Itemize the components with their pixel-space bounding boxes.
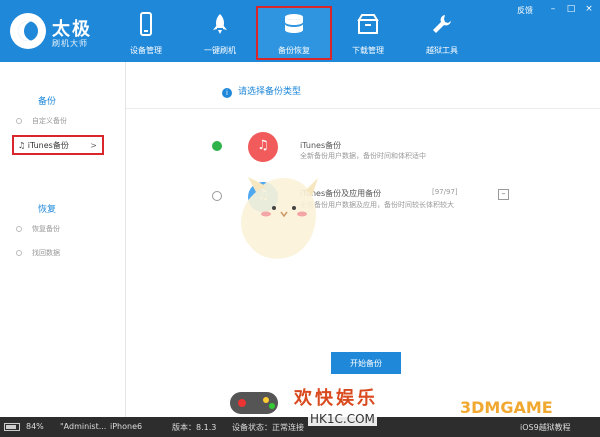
app-header: 太极 刷机大师 设备管理 一键刷机 备份恢复 下载管理 越狱工具 反馈 – □ …	[0, 0, 600, 62]
rocket-icon	[213, 14, 227, 34]
download-box-icon	[357, 14, 379, 34]
phone-icon	[140, 12, 152, 36]
checkbox-icon	[16, 118, 22, 124]
radio-itunes-backup[interactable]	[212, 141, 222, 151]
mascot-watermark	[240, 177, 318, 259]
radio-icon	[16, 226, 22, 232]
nav-jailbreak-tools[interactable]: 越狱工具	[406, 8, 478, 58]
info-text: 请选择备份类型	[238, 87, 302, 97]
start-backup-button[interactable]: 开始备份	[331, 352, 401, 374]
battery-level: 84%	[26, 422, 44, 431]
sidebar-item-itunes-backup[interactable]: ♫ iTunes备份 >	[12, 135, 104, 155]
logo-subtitle: 刷机大师	[52, 39, 88, 48]
wrench-icon	[433, 15, 451, 33]
app-count: [97/97]	[432, 188, 458, 196]
nav-label: 下载管理	[352, 46, 384, 55]
battery-icon	[4, 423, 20, 431]
music-note-icon: ♫	[18, 141, 28, 150]
maximize-icon[interactable]: □	[565, 4, 577, 14]
device-owner: "Administ...	[60, 422, 107, 431]
main-panel: i请选择备份类型 ♫ iTunes备份 全新备份用户数据，备份时间和体积适中 ♫…	[126, 62, 600, 417]
sidebar-item-label: 恢复备份	[32, 225, 60, 233]
sidebar-section-backup: 备份	[38, 97, 57, 107]
taiji-logo-icon	[10, 13, 46, 49]
divider	[126, 108, 600, 109]
nav-one-click-flash[interactable]: 一键刷机	[184, 8, 256, 58]
watermark-title: 欢快娱乐	[294, 388, 378, 409]
radio-itunes-app-backup[interactable]	[212, 191, 222, 201]
close-icon[interactable]: ×	[583, 4, 595, 14]
sidebar-section-restore: 恢复	[38, 205, 57, 215]
chevron-right-icon: >	[90, 141, 97, 150]
nav-download-manage[interactable]: 下载管理	[332, 8, 404, 58]
watermark-brand: 3DMGAME	[460, 398, 553, 417]
nav-label: 备份恢复	[278, 46, 310, 55]
itunes-music-icon: ♫	[248, 132, 278, 162]
firmware-version: 版本：8.1.3	[172, 423, 217, 432]
sidebar-item-restore-backup[interactable]: 恢复备份	[16, 222, 60, 236]
sidebar-item-label: 找回数据	[32, 249, 60, 257]
collapse-button[interactable]: –	[498, 189, 509, 200]
option-description: 全新备份用户数据，备份时间和体积适中	[300, 152, 426, 160]
sidebar-item-custom-backup[interactable]: 自定义备份	[16, 114, 67, 128]
gamepad-watermark-icon	[230, 392, 278, 414]
nav-label: 越狱工具	[426, 46, 458, 55]
sidebar-item-label: iTunes备份	[27, 141, 69, 150]
sidebar: 备份 自定义备份 ♫ iTunes备份 > 恢复 恢复备份 找回数据	[0, 62, 126, 417]
backup-type-prompt: i 请选择备份类型	[222, 84, 301, 98]
nav-backup-restore[interactable]: 备份恢复	[256, 6, 332, 60]
info-icon: i	[222, 88, 232, 98]
radio-icon	[16, 250, 22, 256]
sidebar-item-recover-data[interactable]: 找回数据	[16, 246, 60, 260]
device-model: iPhone6	[110, 422, 143, 431]
nav-device-manage[interactable]: 设备管理	[110, 8, 182, 58]
nav-label: 设备管理	[130, 46, 162, 55]
database-icon	[285, 14, 303, 33]
sidebar-item-label: 自定义备份	[32, 117, 67, 125]
nav-label: 一键刷机	[204, 46, 236, 55]
minimize-icon[interactable]: –	[547, 4, 559, 14]
option-title: iTunes备份	[300, 141, 342, 150]
feedback-link[interactable]: 反馈	[517, 5, 533, 16]
watermark-site: HK1C.COM	[308, 412, 377, 426]
status-bar: 84% "Administ... iPhone6 版本：8.1.3 设备状态：正…	[0, 417, 600, 437]
status-right-text: iOS9越狱教程	[520, 423, 571, 432]
